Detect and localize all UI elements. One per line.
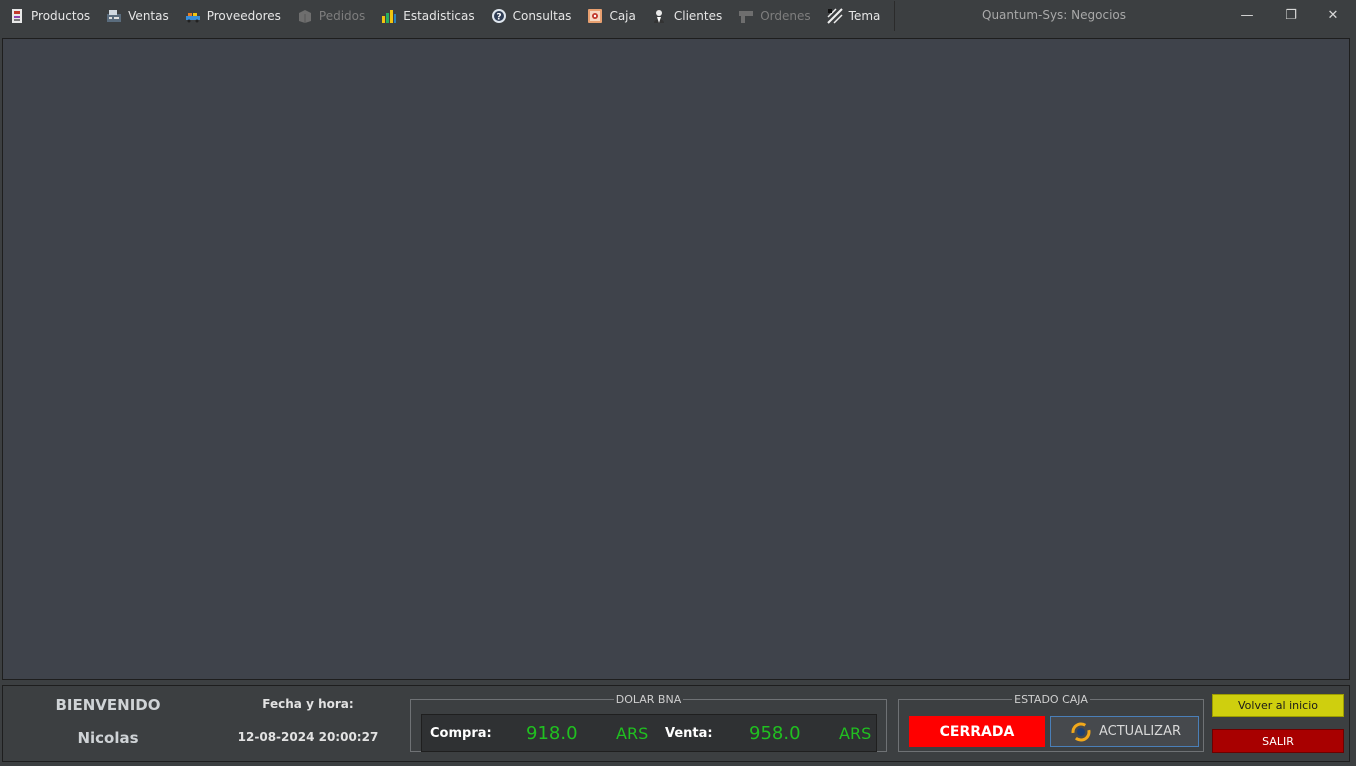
status-panel: BIENVENIDO Nicolas Fecha y hora: 12-08-2… xyxy=(2,685,1350,762)
maximize-button[interactable]: ❐ xyxy=(1268,0,1314,31)
dolar-group: DOLAR BNA Compra: 918.0 ARS Venta: 958.0… xyxy=(410,694,887,752)
menu-clientes[interactable]: Clientes xyxy=(644,1,730,31)
restore-icon: ❐ xyxy=(1285,8,1297,23)
refresh-icon xyxy=(1071,722,1091,742)
menu-caja[interactable]: Caja xyxy=(579,1,643,31)
salir-label: SALIR xyxy=(1262,734,1294,748)
caja-title: ESTADO CAJA xyxy=(1014,693,1088,706)
close-button[interactable]: ✕ xyxy=(1310,0,1356,31)
tema-icon xyxy=(826,8,843,24)
menu-tema-label: Tema xyxy=(848,9,881,23)
menu-ventas-label: Ventas xyxy=(128,9,169,23)
bar-chart-icon xyxy=(381,8,397,24)
minimize-button[interactable]: — xyxy=(1224,0,1270,31)
actualizar-button[interactable]: ACTUALIZAR xyxy=(1050,716,1199,747)
menu-tema[interactable]: Tema xyxy=(819,1,889,31)
menu-pedidos[interactable]: Pedidos xyxy=(289,1,373,31)
menu-ordenes[interactable]: Ordenes xyxy=(730,1,818,31)
user-name: Nicolas xyxy=(77,729,139,747)
venta-label: Venta: xyxy=(665,726,713,741)
safe-icon xyxy=(587,8,603,24)
menu-consultas[interactable]: ? Consultas xyxy=(483,1,580,31)
clientes-icon xyxy=(652,8,668,24)
menu-proveedores-label: Proveedores xyxy=(206,9,281,23)
question-icon: ? xyxy=(491,8,507,24)
salir-button[interactable]: SALIR xyxy=(1212,729,1344,753)
dolar-display: Compra: 918.0 ARS Venta: 958.0 ARS xyxy=(421,714,877,752)
menu-ordenes-label: Ordenes xyxy=(760,9,811,23)
minimize-icon: — xyxy=(1240,8,1254,23)
menu-estadisticas[interactable]: Estadisticas xyxy=(373,1,482,31)
svg-text:?: ? xyxy=(496,13,501,23)
menu-clientes-label: Clientes xyxy=(673,9,723,23)
window-title: Quantum-Sys: Negocios xyxy=(982,8,1127,22)
actualizar-label: ACTUALIZAR xyxy=(1099,724,1181,739)
main-window: Productos Ventas Proveedores Pedidos Est… xyxy=(0,0,1356,766)
pedidos-icon xyxy=(297,8,313,24)
ordenes-icon xyxy=(738,8,754,24)
menu-proveedores[interactable]: Proveedores xyxy=(177,1,289,31)
volver-label: Volver al inicio xyxy=(1238,699,1318,712)
menu-productos-label: Productos xyxy=(31,9,91,23)
menu-consultas-label: Consultas xyxy=(512,9,572,23)
productos-icon xyxy=(9,8,25,24)
venta-unit: ARS xyxy=(839,724,872,743)
venta-value: 958.0 xyxy=(749,723,801,744)
fecha-label: Fecha y hora: xyxy=(262,697,354,711)
ventas-icon xyxy=(106,8,122,24)
menu-ventas[interactable]: Ventas xyxy=(98,1,177,31)
compra-unit: ARS xyxy=(616,724,649,743)
menu-estadisticas-label: Estadisticas xyxy=(403,9,475,23)
title-bar: Productos Ventas Proveedores Pedidos Est… xyxy=(0,0,1356,33)
menu-pedidos-label: Pedidos xyxy=(318,9,366,23)
welcome-title: BIENVENIDO xyxy=(55,696,161,714)
volver-inicio-button[interactable]: Volver al inicio xyxy=(1212,694,1344,717)
menu-bar: Productos Ventas Proveedores Pedidos Est… xyxy=(1,1,896,31)
proveedores-icon xyxy=(185,8,201,24)
dolar-title: DOLAR BNA xyxy=(615,693,682,706)
compra-label: Compra: xyxy=(430,726,492,741)
close-icon: ✕ xyxy=(1327,8,1339,23)
fecha-value: 12-08-2024 20:00:27 xyxy=(237,730,379,744)
menu-productos[interactable]: Productos xyxy=(1,1,98,31)
menu-caja-label: Caja xyxy=(609,9,636,23)
main-content-area xyxy=(2,38,1350,680)
estado-caja-badge: CERRADA xyxy=(909,716,1045,747)
caja-group: ESTADO CAJA CERRADA ACTUALIZAR xyxy=(898,694,1204,752)
compra-value: 918.0 xyxy=(526,723,578,744)
